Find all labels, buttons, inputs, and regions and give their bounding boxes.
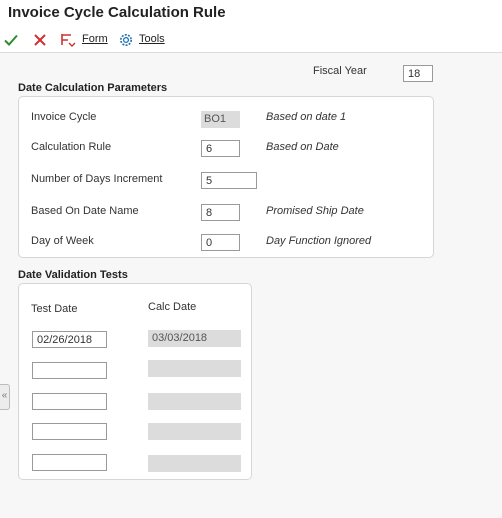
days-increment-label: Number of Days Increment [31,173,163,185]
fiscal-year-label: Fiscal Year [313,65,367,77]
page-title: Invoice Cycle Calculation Rule [8,4,226,21]
test-date-input[interactable] [32,423,107,440]
based-on-date-name-field[interactable] [201,204,240,221]
invoice-cycle-desc: Based on date 1 [266,111,347,123]
calc-date-header: Calc Date [148,301,197,313]
form-menu-button[interactable]: Form [82,33,108,45]
based-on-date-name-desc: Promised Ship Date [266,205,364,217]
calc-date-value [148,360,241,377]
calculation-rule-field[interactable] [201,140,240,157]
gear-icon[interactable] [118,32,134,48]
calc-date-value [148,423,241,440]
calculation-rule-desc: Based on Date [266,141,339,153]
test-date-header: Test Date [31,303,78,315]
day-of-week-label: Day of Week [31,235,94,247]
side-panel-toggle[interactable]: « [0,384,10,410]
form-menu-icon[interactable] [60,32,76,48]
tools-menu-button[interactable]: Tools [139,33,165,45]
calc-date-value [148,393,241,410]
test-date-input[interactable] [32,454,107,471]
ok-checkmark-icon[interactable] [3,32,19,48]
calc-date-value: 03/03/2018 [148,330,241,347]
invoice-cycle-label: Invoice Cycle [31,111,97,123]
day-of-week-desc: Day Function Ignored [266,235,372,247]
calc-date-value [148,455,241,472]
day-of-week-field[interactable] [201,234,240,251]
cancel-x-icon[interactable] [32,32,48,48]
fiscal-year-field[interactable] [403,65,433,82]
toolbar: Form Tools [0,28,502,53]
test-date-input[interactable] [32,362,107,379]
form-menu-label: Form [82,33,108,45]
test-date-input[interactable] [32,331,107,348]
based-on-date-name-label: Based On Date Name [31,205,139,217]
days-increment-field[interactable] [201,172,257,189]
validation-section-title: Date Validation Tests [18,269,128,281]
invoice-cycle-field: BO1 [201,111,240,128]
double-chevron-left-icon: « [1,390,8,401]
tools-menu-label: Tools [139,33,165,45]
calculation-rule-label: Calculation Rule [31,141,112,153]
date-calc-section-title: Date Calculation Parameters [18,82,168,94]
title-bar: Invoice Cycle Calculation Rule [0,0,502,28]
test-date-input[interactable] [32,393,107,410]
